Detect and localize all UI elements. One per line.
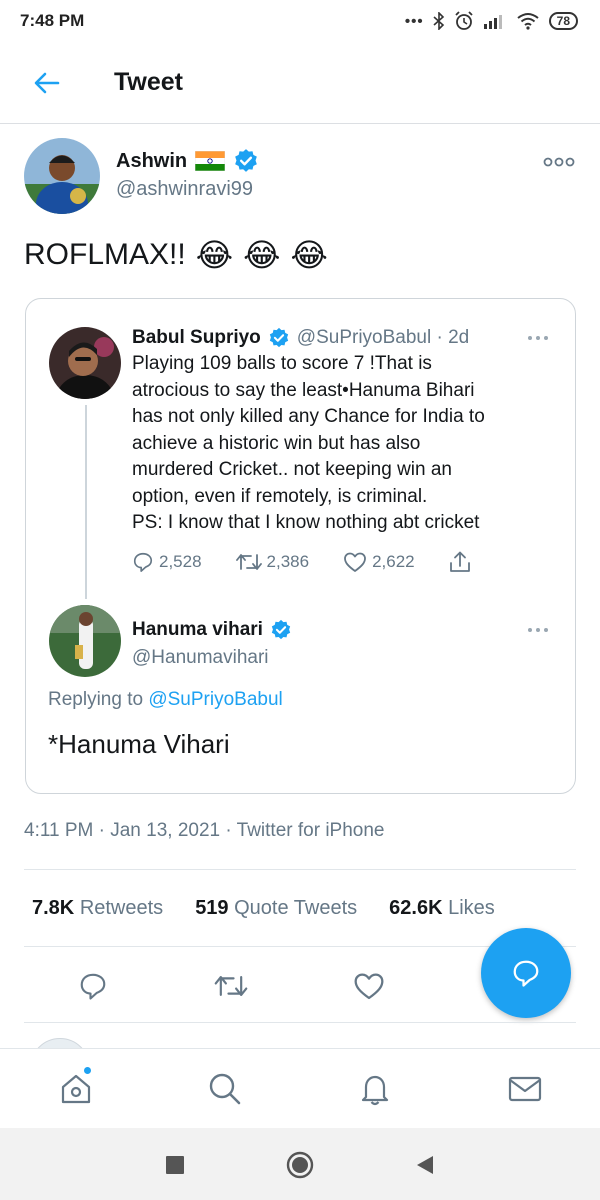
bluetooth-icon (433, 12, 444, 30)
quote-tweets-stat[interactable]: 519 Quote Tweets (195, 897, 357, 920)
reply-author-name[interactable]: Hanuma vihari (132, 619, 263, 641)
like-action[interactable]: 2,622 (343, 551, 415, 573)
compose-reply-button[interactable] (481, 928, 571, 1018)
babul-avatar[interactable] (49, 327, 121, 399)
quoted-line: option, even if remotely, is criminal. (132, 485, 428, 507)
laughing-emoji-icon: 😂 (195, 237, 234, 273)
share-icon (449, 551, 470, 572)
next-reply-peek (0, 1028, 600, 1048)
quoted-line: atrocious to say the least•Hanuma Bihari (132, 379, 475, 401)
reply-icon (513, 960, 539, 987)
bottom-tab-bar (0, 1048, 600, 1128)
retweets-stat[interactable]: 7.8K Retweets (32, 897, 163, 920)
share-action[interactable] (449, 551, 471, 573)
retweet-action[interactable]: 2,386 (235, 551, 310, 573)
back-arrow-icon (34, 72, 60, 93)
quoted-line: PS: I know that I know nothing abt crick… (132, 512, 480, 533)
status-icons: ••• 78 (405, 11, 578, 31)
vihari-avatar[interactable] (49, 605, 121, 677)
author-name-row: Ashwin (116, 148, 259, 174)
quoted-tweet-card[interactable]: Babul Supriyo @SuPriyoBabul · 2d Playing… (25, 298, 576, 794)
verified-badge-icon (271, 619, 291, 640)
more-options-icon[interactable] (527, 333, 549, 343)
tab-search[interactable] (205, 1069, 245, 1109)
reply-text: *Hanuma Vihari (48, 729, 230, 759)
reply-action[interactable]: 2,528 (132, 551, 202, 573)
tweet-text: ROFLMAX!! 😂 😂 😂 (24, 236, 328, 274)
retweet-icon (214, 976, 248, 996)
tweet-stats: 7.8K Retweets 519 Quote Tweets 62.6K Lik… (32, 897, 495, 920)
retweet-count: 2,386 (266, 552, 310, 571)
quoted-line: achieve a historic win but has also (132, 432, 421, 454)
circle-icon (286, 1151, 314, 1179)
replying-to: Replying to @SuPriyoBabul (48, 689, 283, 711)
more-options-icon[interactable] (542, 152, 576, 172)
wifi-icon (517, 13, 539, 30)
quoted-tweet-body: Playing 109 balls to score 7 !That is at… (132, 351, 552, 537)
india-flag-icon (195, 151, 226, 171)
replying-prefix: Replying to (48, 689, 144, 710)
tab-messages[interactable] (505, 1069, 545, 1109)
more-dots-icon: ••• (404, 12, 424, 30)
retweet-button[interactable] (213, 968, 249, 1004)
quoted-header: Babul Supriyo @SuPriyoBabul · 2d (132, 327, 469, 349)
reply-author-handle[interactable]: @Hanumavihari (132, 647, 269, 669)
laughing-emoji-icon: 😂 (243, 237, 281, 273)
status-time: 7:48 PM (20, 11, 85, 30)
quoted-actions: 2,528 2,386 2,622 (132, 551, 492, 573)
back-button[interactable] (22, 58, 72, 108)
quoted-line: has not only killed any Chance for India… (132, 406, 485, 427)
signal-icon (483, 15, 502, 29)
quoted-author-name[interactable]: Babul Supriyo (132, 327, 261, 349)
home-icon (61, 1074, 91, 1104)
home-system-button[interactable] (285, 1150, 315, 1180)
reply-count: 2,528 (159, 552, 202, 571)
alarm-icon (455, 11, 473, 30)
tweet-timestamp[interactable]: 4:11 PM · Jan 13, 2021 · Twitter for iPh… (24, 820, 385, 842)
laughing-emoji-icon: 😂 (290, 237, 328, 273)
mail-icon (508, 1076, 542, 1102)
search-icon (209, 1073, 241, 1105)
retweet-icon (235, 554, 262, 570)
square-icon (166, 1156, 184, 1174)
author-avatar[interactable] (24, 138, 100, 214)
tweet-text-content: ROFLMAX!! (24, 238, 186, 271)
verified-badge-icon (235, 149, 257, 172)
triangle-back-icon (417, 1156, 433, 1174)
verified-badge-icon (269, 327, 288, 348)
reply-icon (133, 552, 153, 572)
quoted-line: murdered Cricket.. not keeping win an (132, 459, 452, 480)
system-nav-bar (0, 1128, 600, 1200)
more-options-icon[interactable] (527, 625, 549, 635)
like-button[interactable] (351, 968, 387, 1004)
heart-icon (344, 552, 366, 572)
reply-button[interactable] (75, 968, 111, 1004)
likes-stat[interactable]: 62.6K Likes (389, 897, 495, 920)
status-bar: 7:48 PM ••• 78 (0, 0, 600, 42)
back-system-button[interactable] (410, 1150, 440, 1180)
replying-to-link[interactable]: @SuPriyoBabul (148, 689, 282, 710)
divider (24, 869, 576, 870)
author-name[interactable]: Ashwin (116, 150, 187, 173)
thread-line (85, 405, 87, 599)
tab-notifications[interactable] (355, 1069, 395, 1109)
like-count: 2,622 (372, 552, 415, 571)
reply-icon (80, 973, 106, 1000)
reply-header: Hanuma vihari (132, 619, 292, 641)
page-title: Tweet (114, 68, 183, 96)
quoted-line: Playing 109 balls to score 7 !That is (132, 353, 432, 374)
battery-indicator: 78 (548, 12, 578, 30)
heart-icon (354, 973, 384, 1000)
bell-icon (361, 1075, 389, 1106)
author-handle[interactable]: @ashwinravi99 (116, 178, 253, 201)
quoted-handle-time[interactable]: @SuPriyoBabul · 2d (297, 327, 469, 349)
divider (24, 1022, 576, 1023)
app-header: Tweet (0, 42, 600, 124)
reply-avatar[interactable] (30, 1038, 90, 1048)
recents-button[interactable] (160, 1150, 190, 1180)
home-notification-dot (82, 1065, 93, 1076)
tweet-author: Ashwin @ashwinravi99 (24, 138, 576, 218)
